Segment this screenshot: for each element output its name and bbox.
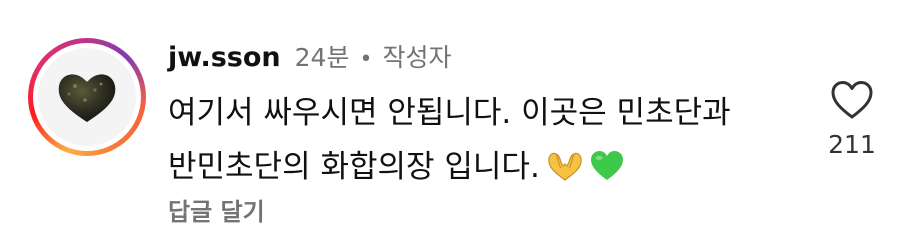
separator-dot: • (359, 47, 373, 72)
comment-header: jw.sson 24분 • 작성자 (168, 38, 451, 78)
like-section: 211 (812, 80, 892, 159)
comment-text-line: 여기서 싸우시면 안됩니다. 이곳은 민초단과 (168, 95, 731, 131)
comment: jw.sson 24분 • 작성자 여기서 싸우시면 안됩니다. 이곳은 민초단… (0, 0, 920, 245)
green-heart-emoji (590, 145, 624, 199)
username-link[interactable]: jw.sson (168, 42, 281, 73)
heart-outline-icon[interactable] (830, 80, 874, 120)
comment-timestamp[interactable]: 24분 (295, 38, 350, 74)
reply-button[interactable]: 답글 달기 (168, 192, 265, 227)
like-count: 211 (828, 130, 876, 159)
heart-hands-emoji (546, 145, 584, 199)
comment-text-segment: 반민초단의 화합의장 입니다. (168, 149, 540, 185)
comment-text: 여기서 싸우시면 안됩니다. 이곳은 민초단과 반민초단의 화합의장 입니다. (168, 86, 808, 199)
avatar[interactable] (38, 48, 136, 146)
heart-stone-image (58, 74, 116, 122)
comment-text-line: 반민초단의 화합의장 입니다. (168, 140, 808, 199)
avatar-story-ring[interactable] (28, 38, 146, 156)
author-badge: 작성자 (382, 43, 452, 72)
